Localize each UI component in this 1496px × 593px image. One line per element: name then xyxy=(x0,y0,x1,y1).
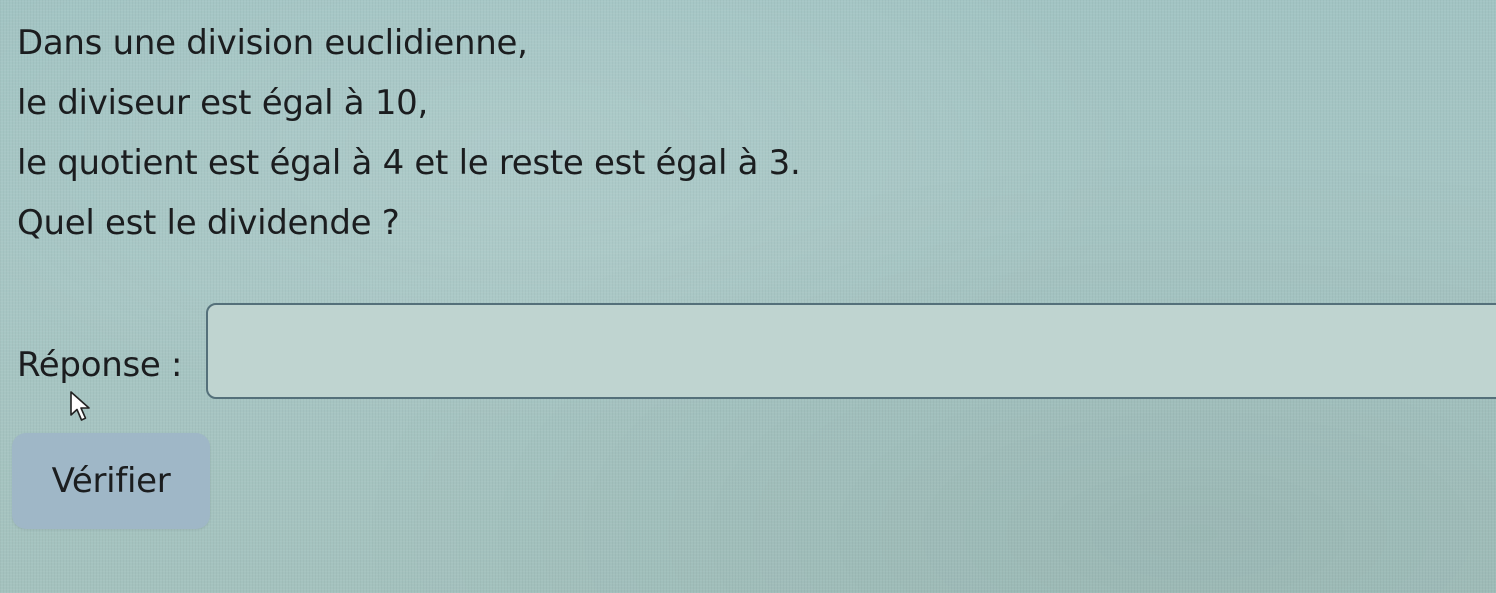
question-line: Quel est le dividende ? xyxy=(17,203,400,243)
mouse-pointer-icon xyxy=(70,391,90,421)
question-line: le diviseur est égal à 10, xyxy=(17,83,429,123)
answer-label: Réponse : xyxy=(17,345,183,385)
question-line: Dans une division euclidienne, xyxy=(17,23,528,63)
question-line: le quotient est égal à 4 et le reste est… xyxy=(17,143,801,183)
question-text: Dans une division euclidienne, le divise… xyxy=(17,18,801,258)
answer-input[interactable] xyxy=(206,303,1496,399)
verify-button[interactable]: Vérifier xyxy=(12,433,210,529)
